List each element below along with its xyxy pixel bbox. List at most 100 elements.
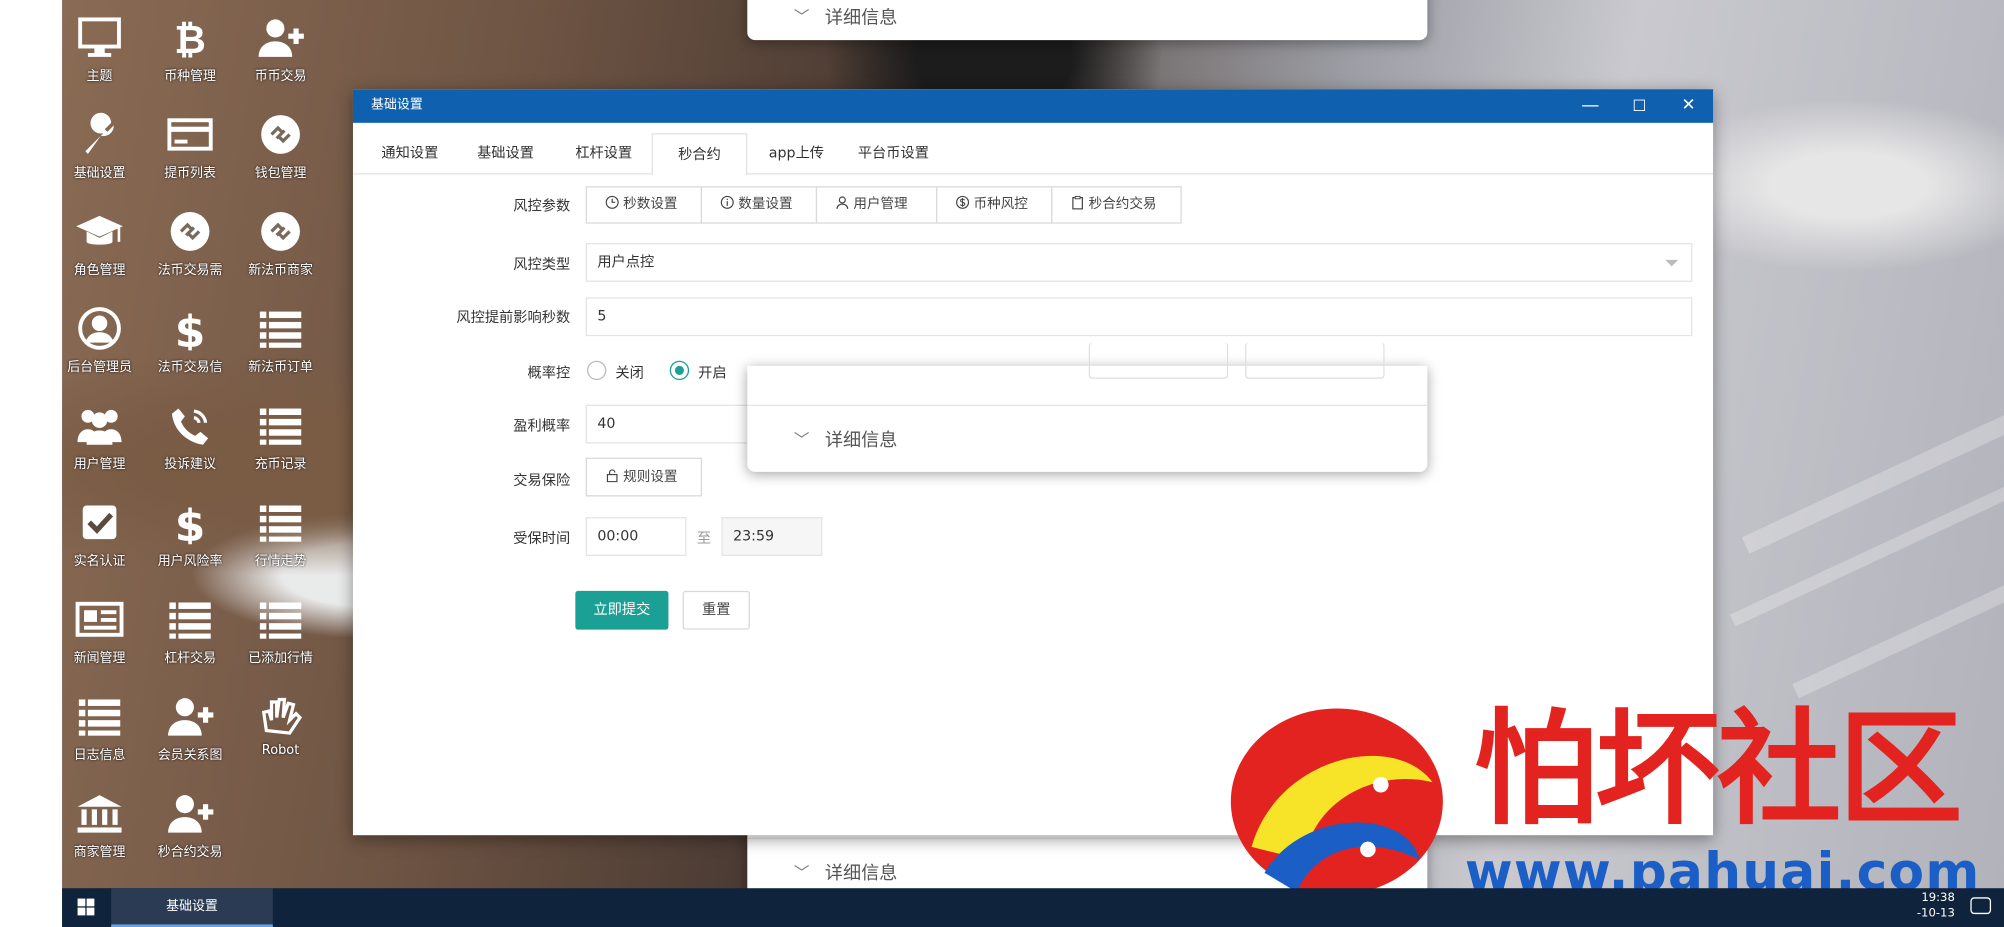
- taskbar-app-settings[interactable]: 基础设置: [111, 888, 273, 927]
- time-start-input[interactable]: 00:00: [585, 517, 687, 556]
- lock-icon: [606, 469, 618, 483]
- bank-icon: [77, 795, 122, 833]
- user-management-button[interactable]: 用户管理: [815, 186, 938, 224]
- desktop-icon-label: 钱包管理: [254, 166, 307, 182]
- user-icon: [836, 196, 849, 209]
- desktop-icon-graduation-cap[interactable]: 角色管理: [54, 209, 145, 278]
- probability-on-radio[interactable]: [669, 360, 690, 381]
- win-rate-input[interactable]: 40: [585, 404, 749, 444]
- user-management-label: 用户管理: [853, 196, 908, 213]
- probability-off-label: 关闭: [615, 364, 644, 382]
- wrench-icon: [85, 112, 114, 154]
- desktop-icon-label: 用户风险率: [157, 554, 223, 569]
- watermark-text: 怕坏社区: [1473, 695, 1963, 842]
- desktop-icon-phone[interactable]: 投诉建议: [145, 403, 236, 472]
- desktop-icon-user-add[interactable]: 会员关系图: [145, 694, 236, 763]
- desktop-icon-dollar[interactable]: $ 法币交易信: [145, 306, 236, 374]
- newspaper-icon: [75, 601, 124, 637]
- coin-risk-button[interactable]: 币种风控: [936, 186, 1053, 224]
- tab-basic[interactable]: 基础设置: [462, 133, 550, 174]
- monitor-icon: [78, 17, 121, 57]
- trade-protect-label: 交易保险: [513, 471, 571, 489]
- overlay-card-button[interactable]: [1088, 342, 1229, 379]
- chevron-down-icon: ﹀: [793, 430, 810, 449]
- desktop-icon-label: 日志信息: [73, 748, 126, 763]
- risk-type-select[interactable]: 用户点控: [585, 243, 1693, 282]
- coin-risk-label: 币种风控: [973, 196, 1028, 213]
- desktop-icon-check-box[interactable]: 实名认证: [54, 500, 145, 569]
- taskbar-clock[interactable]: 19:38 -10-13: [1917, 891, 1955, 922]
- overlay-card: ﹀ 详细信息: [747, 342, 1428, 472]
- clock-icon: [605, 195, 619, 209]
- user-circle-icon: [78, 307, 121, 350]
- quantity-setting-label: 数量设置: [738, 196, 793, 213]
- detail-row[interactable]: ﹀ 详细信息: [747, 404, 1428, 472]
- desktop-icon-credit-card[interactable]: 提币列表: [145, 112, 236, 181]
- dollar-circle-icon: [956, 195, 970, 209]
- desktop-icon-user-circle[interactable]: 后台管理员: [54, 306, 145, 375]
- close-button[interactable]: ✕: [1664, 89, 1713, 123]
- desktop-icon-dollar[interactable]: $ 用户风险率: [145, 500, 236, 569]
- window-title: 基础设置: [371, 98, 423, 113]
- desktop-icon-link-circle[interactable]: 新法币商家: [235, 209, 326, 278]
- desktop-icon-newspaper[interactable]: 新闻管理: [54, 597, 145, 666]
- windows-start-icon[interactable]: [62, 888, 111, 927]
- second-contract-trade-button[interactable]: 秒合约交易: [1051, 186, 1182, 224]
- desktop-icon-wrench[interactable]: 基础设置: [54, 112, 145, 181]
- desktop-icon-hand[interactable]: Robot: [235, 694, 326, 758]
- desktop-icon-user-add[interactable]: 币币交易: [235, 16, 326, 84]
- desktop-icon-list[interactable]: 行情走势: [235, 500, 326, 569]
- rule-setting-label: 规则设置: [623, 469, 678, 485]
- tab-leverage[interactable]: 杠杆设置: [560, 133, 648, 174]
- desktop-icon-bitcoin[interactable]: ₿ 币种管理: [145, 16, 236, 84]
- graduation-cap-icon: [76, 215, 123, 245]
- protect-time-label: 受保时间: [513, 530, 571, 547]
- desktop-icon-list[interactable]: 新法币订单: [235, 306, 326, 375]
- minimize-button[interactable]: —: [1566, 89, 1615, 123]
- clipboard-icon: [1072, 195, 1083, 210]
- desktop-icon-label: 会员关系图: [157, 748, 223, 763]
- link-circle-icon: [261, 212, 300, 251]
- list-icon: [259, 408, 302, 445]
- quantity-setting-button[interactable]: 数量设置: [700, 186, 818, 224]
- desktop-icon-link-circle[interactable]: 钱包管理: [235, 112, 326, 181]
- user-add-icon: [168, 795, 214, 833]
- list-icon: [259, 602, 302, 639]
- svg-text:$: $: [175, 306, 206, 350]
- desktop-icon-monitor[interactable]: 主题: [54, 16, 145, 84]
- detail-label: 详细信息: [824, 7, 898, 28]
- desktop-icon-user-add[interactable]: 秒合约交易: [145, 791, 236, 860]
- risk-params-label: 风控参数: [513, 197, 571, 215]
- desktop-icon-list[interactable]: 充币记录: [235, 403, 326, 472]
- tab-notification[interactable]: 通知设置: [366, 133, 454, 174]
- reset-button[interactable]: 重置: [682, 590, 750, 630]
- desktop-icon-link-circle[interactable]: 法币交易需: [145, 209, 236, 278]
- probability-off-radio[interactable]: [586, 360, 607, 381]
- tab-second-contract[interactable]: 秒合约: [651, 133, 748, 176]
- seconds-setting-button[interactable]: 秒数设置: [585, 186, 703, 224]
- clock-time: 19:38: [1921, 892, 1955, 906]
- submit-button[interactable]: 立即提交: [575, 590, 669, 630]
- rule-setting-button[interactable]: 规则设置: [585, 457, 703, 497]
- list-icon: [259, 505, 302, 542]
- time-separator: 至: [696, 530, 712, 547]
- desktop-icon-label: 充币记录: [254, 457, 307, 472]
- maximize-button[interactable]: ☐: [1615, 89, 1664, 123]
- desktop-icon-list[interactable]: 已添加行情: [235, 597, 326, 666]
- desktop-icon-bank[interactable]: 商家管理: [54, 791, 145, 860]
- tab-app-upload[interactable]: app上传: [752, 133, 840, 174]
- desktop-icon-list[interactable]: 杠杆交易: [145, 597, 236, 666]
- window-titlebar[interactable]: 基础设置 — ☐ ✕: [352, 89, 1714, 123]
- overlay-card-button[interactable]: [1245, 342, 1385, 379]
- desktop-icon-users[interactable]: 用户管理: [54, 403, 145, 472]
- notification-icon[interactable]: [1970, 897, 1992, 915]
- desktop-icon-label: 新闻管理: [73, 651, 126, 666]
- fish-logo: [1230, 708, 1443, 895]
- user-add-icon: [168, 698, 214, 736]
- desktop-icon-label: 法币交易需: [157, 263, 223, 278]
- tab-platform-coin[interactable]: 平台币设置: [847, 133, 940, 174]
- desktop-icon-list[interactable]: 日志信息: [54, 694, 145, 763]
- advance-seconds-input[interactable]: 5: [585, 297, 1693, 337]
- check-box-icon: [82, 505, 117, 540]
- time-end-input[interactable]: 23:59: [721, 517, 823, 556]
